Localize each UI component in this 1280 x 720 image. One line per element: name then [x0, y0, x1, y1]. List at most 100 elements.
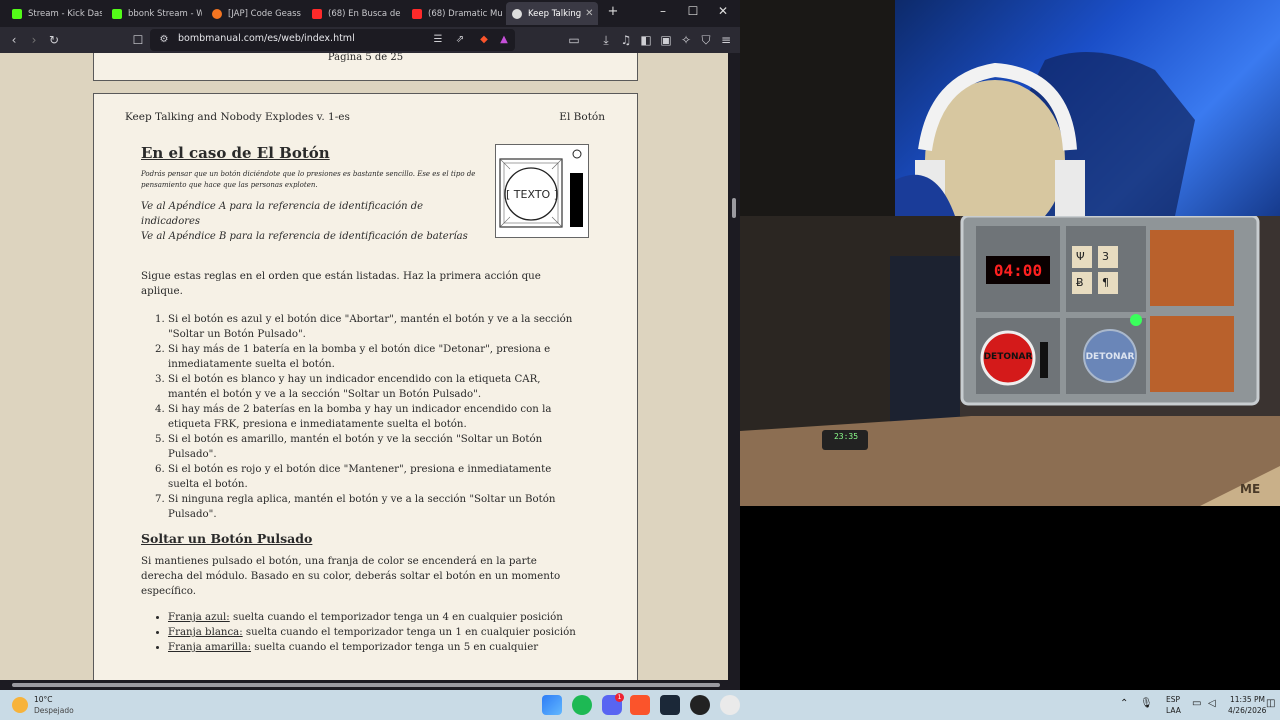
rules-intro: Sigue estas reglas en el orden que están…	[141, 270, 541, 297]
notifications-icon[interactable]: ◫	[1266, 698, 1275, 709]
strip-name: Franja azul:	[168, 612, 230, 623]
close-window-button[interactable]: ✕	[708, 4, 738, 18]
bookmark-icon[interactable]: ☐	[130, 32, 146, 48]
brave-icon[interactable]	[630, 695, 650, 715]
taskbar: 10°C Despejado 1 ⌃ 🎙 ESP LAA ▭ ◁ 11:35 P…	[0, 690, 1280, 720]
appendix-a-reference: Ve al Apéndice A para la referencia de i…	[141, 201, 424, 227]
keypad-symbol[interactable]: Ψ	[1076, 250, 1086, 263]
appendix-b-reference: Ve al Apéndice B para la referencia de i…	[141, 231, 468, 242]
leo-ai-icon[interactable]: ✧	[678, 32, 694, 48]
game-view[interactable]: 04:00 DETONAR DETONAR Ψ 3 Ƀ ¶ 23:35 ME	[740, 216, 1280, 506]
reader-icon[interactable]: ☰	[430, 32, 446, 48]
bomb-button-label-2[interactable]: DETONAR	[1076, 352, 1144, 362]
bomb-timer: 04:00	[993, 261, 1043, 280]
notification-badge: 1	[615, 693, 624, 702]
webcam-scene	[895, 52, 1195, 216]
subsection-title: Soltar un Botón Pulsado	[141, 531, 313, 546]
kick-icon	[112, 8, 122, 19]
flavor-text: Podrás pensar que un botón diciéndote qu…	[141, 170, 476, 189]
tab-label: bbonk Stream - W	[128, 8, 202, 19]
keypad-symbol[interactable]: 3	[1102, 250, 1112, 263]
forward-icon[interactable]: ›	[26, 32, 42, 48]
site-info-icon[interactable]: ⚙	[156, 32, 172, 48]
vpn-icon[interactable]: ⛉	[698, 32, 714, 48]
minimize-button[interactable]: –	[648, 4, 678, 18]
back-icon[interactable]: ‹	[6, 32, 22, 48]
sidebar-icon[interactable]: ▭	[566, 32, 582, 48]
split-view-icon[interactable]: ◧	[638, 32, 654, 48]
webcam-feed	[895, 0, 1280, 216]
manual-sign: ME	[1240, 482, 1261, 496]
kick-icon	[12, 8, 22, 19]
share-icon[interactable]: ⇗	[452, 32, 468, 48]
tab-dramatic[interactable]: (68) Dramatic Mu	[406, 2, 502, 25]
keypad-symbol[interactable]: ¶	[1102, 276, 1112, 289]
button-module-diagram: [ TEXTO ]	[495, 144, 589, 238]
bomb-icon	[512, 8, 522, 19]
maximize-button[interactable]: ☐	[678, 4, 708, 18]
reload-icon[interactable]: ↻	[46, 32, 62, 48]
scroll-thumb[interactable]	[12, 683, 720, 687]
url-text[interactable]: bombmanual.com/es/web/index.html	[178, 33, 355, 44]
windows-start-icon[interactable]	[542, 695, 562, 715]
tab-bbonk[interactable]: bbonk Stream - W	[106, 2, 202, 25]
browser-window: Stream - Kick Dash bbonk Stream - W [JAP…	[0, 0, 740, 690]
horizontal-scrollbar[interactable]	[0, 680, 740, 690]
chevron-up-icon[interactable]: ⌃	[1120, 698, 1128, 709]
network-icon[interactable]: ▭	[1192, 698, 1201, 709]
wallet-icon[interactable]: ▣	[658, 32, 674, 48]
weather-desc[interactable]: Despejado	[34, 706, 74, 715]
manual-page: Keep Talking and Nobody Explodes v. 1-es…	[93, 93, 638, 690]
address-bar[interactable]: ⚙ bombmanual.com/es/web/index.html ☰ ⇗ ◆…	[150, 29, 515, 51]
youtube-icon	[412, 8, 422, 19]
alarm-clock: 23:35	[833, 432, 859, 441]
microphone-icon[interactable]: 🎙	[1140, 698, 1153, 709]
youtube-icon	[312, 8, 322, 19]
tab-label: (68) En Busca de la	[328, 8, 402, 19]
game-background	[740, 0, 895, 216]
strip-list: Franja azul: suelta cuando el temporizad…	[141, 610, 581, 655]
strip-item: Franja amarilla: suelta cuando el tempor…	[168, 640, 581, 655]
strip-name: Franja amarilla:	[168, 642, 252, 653]
keypad-symbol[interactable]: Ƀ	[1076, 276, 1086, 289]
scroll-thumb[interactable]	[732, 198, 736, 218]
clock-time[interactable]: 11:35 PM	[1230, 695, 1265, 704]
strip-text: suelta cuando el temporizador tenga un 5…	[251, 642, 539, 653]
vertical-scrollbar[interactable]	[728, 53, 740, 690]
page-header-right: El Botón	[559, 111, 605, 123]
bomb-button-label[interactable]: DETONAR	[974, 352, 1042, 362]
weather-temp[interactable]: 10°C	[34, 695, 53, 704]
spotify-icon[interactable]	[572, 695, 592, 715]
new-tab-button[interactable]: +	[598, 4, 628, 19]
rule-item: Si el botón es rojo y el botón dice "Man…	[168, 462, 581, 492]
language-code[interactable]: ESP	[1166, 695, 1180, 704]
rule-item: Si hay más de 2 baterías en la bomba y h…	[168, 402, 581, 432]
nav-toolbar: ‹ › ↻ ☐ ⚙ bombmanual.com/es/web/index.ht…	[0, 27, 740, 53]
volume-icon[interactable]: ◁	[1208, 698, 1216, 709]
obs-icon[interactable]	[690, 695, 710, 715]
game-skull-icon[interactable]	[720, 695, 740, 715]
weather-icon[interactable]	[12, 697, 28, 713]
tab-en-busca[interactable]: (68) En Busca de la	[306, 2, 402, 25]
tab-keep-talking[interactable]: Keep Talking ✕	[506, 2, 598, 25]
rule-item: Si el botón es amarillo, mantén el botón…	[168, 432, 581, 462]
menu-icon[interactable]: ≡	[718, 32, 734, 48]
brave-shields-icon[interactable]: ◆	[476, 32, 492, 48]
tab-bar: Stream - Kick Dash bbonk Stream - W [JAP…	[0, 0, 740, 27]
page-viewport[interactable]: Página 5 de 25 Keep Talking and Nobody E…	[0, 53, 740, 690]
language-layout[interactable]: LAA	[1166, 706, 1181, 715]
strip-item: Franja azul: suelta cuando el temporizad…	[168, 610, 581, 625]
letterbox	[740, 506, 1280, 690]
download-icon[interactable]: ⤓	[598, 32, 614, 48]
close-tab-icon[interactable]: ✕	[581, 8, 593, 19]
music-icon[interactable]: ♫	[618, 32, 634, 48]
steam-icon[interactable]	[660, 695, 680, 715]
tab-code-geass[interactable]: [JAP] Code Geass	[206, 2, 302, 25]
module-button-label: [ TEXTO ]	[506, 188, 558, 201]
rule-item: Si el botón es azul y el botón dice "Abo…	[168, 312, 581, 342]
strip-item: Franja blanca: suelta cuando el temporiz…	[168, 625, 581, 640]
brave-rewards-icon[interactable]: ▲	[496, 32, 512, 48]
rule-item: Si ninguna regla aplica, mantén el botón…	[168, 492, 581, 522]
tab-kick-dash[interactable]: Stream - Kick Dash	[6, 2, 102, 25]
clock-date[interactable]: 4/26/2026	[1228, 706, 1266, 715]
